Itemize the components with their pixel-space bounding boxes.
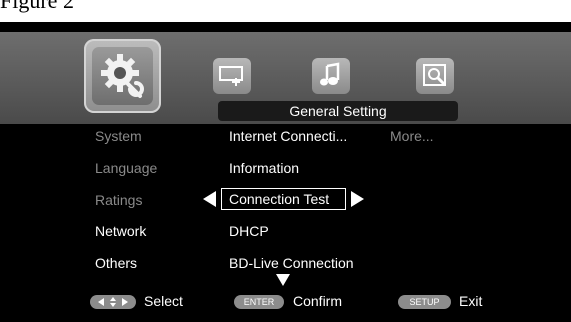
audio-tile[interactable]	[312, 58, 350, 94]
page-title: General Setting	[218, 101, 458, 121]
nav-arrows-icon	[98, 297, 128, 307]
osd-setup-menu: General Setting System Language Ratings …	[0, 22, 571, 322]
audio-note-icon	[320, 62, 340, 86]
display-setup-icon	[219, 66, 243, 86]
settings-tile[interactable]	[84, 39, 161, 113]
footer-select-label: Select	[144, 293, 183, 309]
figure-caption: Figure 2	[0, 0, 74, 13]
arrow-down-icon[interactable]	[276, 274, 290, 286]
language-tile[interactable]	[416, 58, 454, 94]
option-information[interactable]: Information	[229, 160, 299, 176]
option-dhcp[interactable]: DHCP	[229, 223, 269, 239]
category-network[interactable]: Network	[95, 223, 146, 239]
more-link[interactable]: More...	[390, 128, 434, 144]
nav-arrows-key	[90, 295, 136, 309]
enter-key-badge: ENTER	[234, 295, 284, 309]
display-tile[interactable]	[213, 58, 251, 94]
option-internet-connection[interactable]: Internet Connecti...	[229, 128, 347, 144]
settings-gear-wrench-icon	[101, 54, 144, 98]
language-book-icon	[423, 64, 446, 86]
category-others[interactable]: Others	[95, 255, 137, 271]
arrow-right-icon[interactable]	[351, 191, 364, 207]
option-bd-live-connection[interactable]: BD-Live Connection	[229, 255, 354, 271]
category-ratings[interactable]: Ratings	[95, 192, 142, 208]
footer-confirm-label: Confirm	[293, 293, 343, 309]
arrow-left-icon[interactable]	[203, 191, 216, 207]
option-connection-test[interactable]: Connection Test	[229, 191, 329, 207]
category-system[interactable]: System	[95, 128, 142, 144]
footer-exit-label: Exit	[459, 293, 483, 309]
category-language[interactable]: Language	[95, 160, 157, 176]
setup-key-badge: SETUP	[398, 295, 451, 309]
